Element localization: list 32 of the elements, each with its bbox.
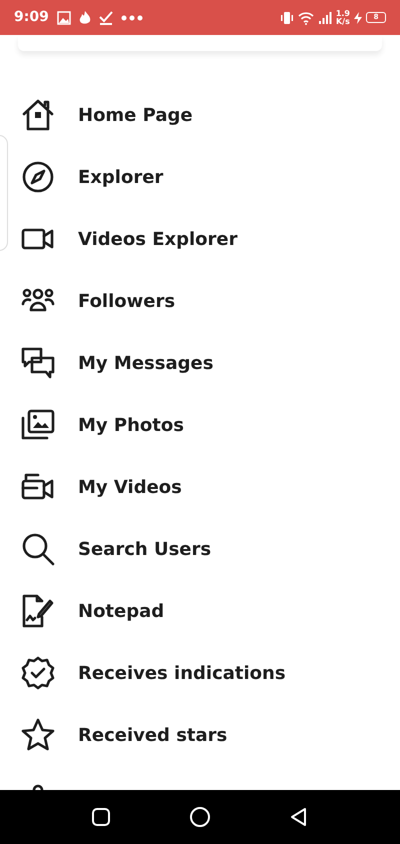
document-edit-icon (20, 593, 56, 629)
menu-item[interactable]: My Photos (10, 394, 400, 456)
compass-icon (20, 159, 56, 195)
menu-item[interactable]: Notepad (10, 580, 400, 642)
charging-icon (354, 12, 362, 24)
wifi-icon (298, 10, 314, 24)
menu-item[interactable]: Videos Explorer (10, 208, 400, 270)
flame-icon (78, 10, 91, 24)
star-icon (20, 717, 56, 753)
home-icon (20, 97, 56, 133)
menu-item[interactable]: Search Users (10, 518, 400, 580)
clock-text: 9:09 (14, 8, 49, 27)
menu-item[interactable]: My Messages (10, 332, 400, 394)
badge-check-icon (20, 655, 56, 691)
chat-bubbles-icon (20, 345, 56, 381)
speed-unit: K/s (336, 18, 350, 26)
menu-item[interactable]: Received stars (10, 704, 400, 766)
signal-icon (318, 10, 332, 24)
back-button[interactable] (289, 807, 309, 827)
menu-item[interactable]: My Videos (10, 456, 400, 518)
search-icon (20, 531, 56, 567)
vibrate-icon (280, 10, 294, 24)
menu-item[interactable]: Receives indications (10, 642, 400, 704)
recents-button[interactable] (91, 807, 111, 827)
image-icon (56, 10, 71, 24)
speed-value: 1.9 (336, 10, 350, 18)
more-icon (120, 14, 143, 20)
home-button[interactable] (189, 806, 211, 828)
menu-item[interactable]: Followers (10, 270, 400, 332)
menu-item[interactable]: Explorer (10, 146, 400, 208)
check-icon (98, 10, 113, 24)
menu-item[interactable]: Home Page (10, 84, 400, 146)
